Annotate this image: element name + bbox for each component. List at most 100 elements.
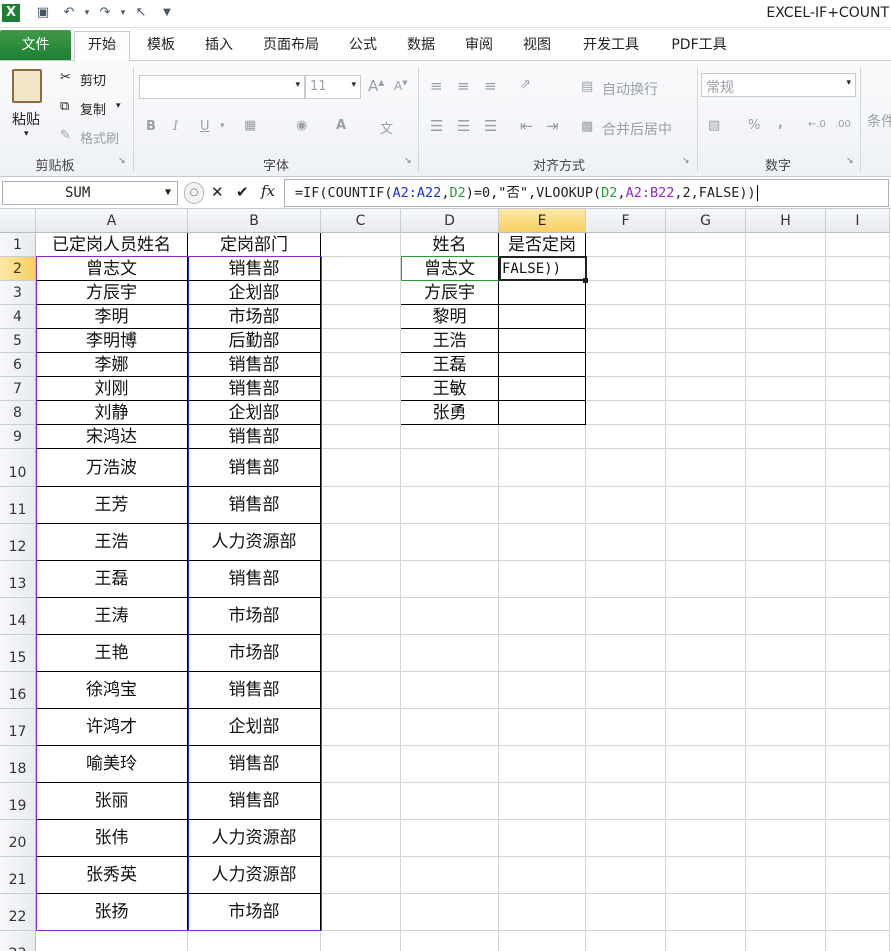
- cell-g23[interactable]: [666, 931, 746, 951]
- cell-g11[interactable]: [666, 487, 746, 524]
- cell-f21[interactable]: [586, 857, 666, 894]
- cell-h23[interactable]: [746, 931, 826, 951]
- cell-g20[interactable]: [666, 820, 746, 857]
- cell-h4[interactable]: [746, 305, 826, 329]
- cell-e13[interactable]: [499, 561, 586, 598]
- row-header-11[interactable]: 11: [0, 487, 36, 524]
- cell-g18[interactable]: [666, 746, 746, 783]
- merge-center-icon[interactable]: ▩: [581, 119, 593, 134]
- cell-d14[interactable]: [401, 598, 499, 635]
- cell-d19[interactable]: [401, 783, 499, 820]
- cell-g4[interactable]: [666, 305, 746, 329]
- cell-i23[interactable]: [826, 931, 890, 951]
- cell-b19[interactable]: 销售部: [188, 783, 321, 820]
- cell-b2[interactable]: 销售部: [188, 257, 321, 281]
- cell-g13[interactable]: [666, 561, 746, 598]
- cell-c4[interactable]: [321, 305, 401, 329]
- cell-b1[interactable]: 定岗部门: [188, 233, 321, 257]
- cell-g16[interactable]: [666, 672, 746, 709]
- cell-i7[interactable]: [826, 377, 890, 401]
- tab-review[interactable]: 审阅: [454, 32, 504, 60]
- cell-g7[interactable]: [666, 377, 746, 401]
- cell-h6[interactable]: [746, 353, 826, 377]
- cell-b7[interactable]: 销售部: [188, 377, 321, 401]
- cell-h14[interactable]: [746, 598, 826, 635]
- cell-d8[interactable]: 张勇: [401, 401, 499, 425]
- cell-h18[interactable]: [746, 746, 826, 783]
- row-header-9[interactable]: 9: [0, 425, 36, 449]
- cell-b18[interactable]: 销售部: [188, 746, 321, 783]
- font-launcher-icon[interactable]: ↘: [404, 156, 412, 166]
- cell-d20[interactable]: [401, 820, 499, 857]
- cell-e16[interactable]: [499, 672, 586, 709]
- italic-button[interactable]: I: [173, 119, 178, 134]
- undo-dropdown-icon[interactable]: ▾: [78, 4, 96, 22]
- cell-b15[interactable]: 市场部: [188, 635, 321, 672]
- tab-developer[interactable]: 开发工具: [572, 32, 650, 60]
- cell-h2[interactable]: [746, 257, 826, 281]
- cell-g21[interactable]: [666, 857, 746, 894]
- cell-e7[interactable]: [499, 377, 586, 401]
- cell-a23[interactable]: [36, 931, 188, 951]
- row-header-13[interactable]: 13: [0, 561, 36, 598]
- paste-icon[interactable]: [12, 69, 42, 103]
- cell-i12[interactable]: [826, 524, 890, 561]
- cell-g9[interactable]: [666, 425, 746, 449]
- cell-a19[interactable]: 张丽: [36, 783, 188, 820]
- cell-a21[interactable]: 张秀英: [36, 857, 188, 894]
- cell-e20[interactable]: [499, 820, 586, 857]
- cell-f11[interactable]: [586, 487, 666, 524]
- row-header-2[interactable]: 2: [0, 257, 36, 281]
- cell-e23[interactable]: [499, 931, 586, 951]
- cell-i17[interactable]: [826, 709, 890, 746]
- row-header-19[interactable]: 19: [0, 783, 36, 820]
- tab-insert[interactable]: 插入: [194, 32, 244, 60]
- cell-f12[interactable]: [586, 524, 666, 561]
- cell-f2[interactable]: [586, 257, 666, 281]
- cell-e2[interactable]: FALSE)): [499, 257, 586, 281]
- cell-b11[interactable]: 销售部: [188, 487, 321, 524]
- cell-b5[interactable]: 后勤部: [188, 329, 321, 353]
- cell-f7[interactable]: [586, 377, 666, 401]
- cell-h11[interactable]: [746, 487, 826, 524]
- cell-c2[interactable]: [321, 257, 401, 281]
- cell-b14[interactable]: 市场部: [188, 598, 321, 635]
- cell-i19[interactable]: [826, 783, 890, 820]
- increase-decimal-icon[interactable]: ←.0: [808, 119, 826, 130]
- cell-h7[interactable]: [746, 377, 826, 401]
- cell-g12[interactable]: [666, 524, 746, 561]
- cut-icon[interactable]: ✂: [60, 70, 71, 85]
- cell-h13[interactable]: [746, 561, 826, 598]
- cell-d10[interactable]: [401, 449, 499, 487]
- tab-file[interactable]: 文件: [0, 30, 71, 60]
- cell-b4[interactable]: 市场部: [188, 305, 321, 329]
- cell-a1[interactable]: 已定岗人员姓名: [36, 233, 188, 257]
- column-header-h[interactable]: H: [746, 209, 826, 233]
- cell-i11[interactable]: [826, 487, 890, 524]
- cell-e1[interactable]: 是否定岗: [499, 233, 586, 257]
- cell-b13[interactable]: 销售部: [188, 561, 321, 598]
- wrap-text-icon[interactable]: ▤: [581, 79, 593, 94]
- cell-a17[interactable]: 许鸿才: [36, 709, 188, 746]
- phonetic-icon[interactable]: 文: [380, 118, 393, 137]
- column-header-i[interactable]: I: [826, 209, 890, 233]
- cell-e8[interactable]: [499, 401, 586, 425]
- cell-f19[interactable]: [586, 783, 666, 820]
- cell-d13[interactable]: [401, 561, 499, 598]
- column-header-d[interactable]: D: [401, 209, 499, 233]
- row-header-20[interactable]: 20: [0, 820, 36, 857]
- cell-b8[interactable]: 企划部: [188, 401, 321, 425]
- cell-d17[interactable]: [401, 709, 499, 746]
- cell-a7[interactable]: 刘刚: [36, 377, 188, 401]
- cell-c18[interactable]: [321, 746, 401, 783]
- tab-pdf-tools[interactable]: PDF工具: [660, 32, 738, 60]
- underline-dropdown-icon[interactable]: ▾: [220, 121, 225, 131]
- align-top-icon[interactable]: ≡: [430, 77, 443, 95]
- cell-h22[interactable]: [746, 894, 826, 931]
- cell-b20[interactable]: 人力资源部: [188, 820, 321, 857]
- cell-e15[interactable]: [499, 635, 586, 672]
- cell-g6[interactable]: [666, 353, 746, 377]
- cell-i21[interactable]: [826, 857, 890, 894]
- cell-c12[interactable]: [321, 524, 401, 561]
- enter-formula-button[interactable]: ✔: [236, 183, 249, 201]
